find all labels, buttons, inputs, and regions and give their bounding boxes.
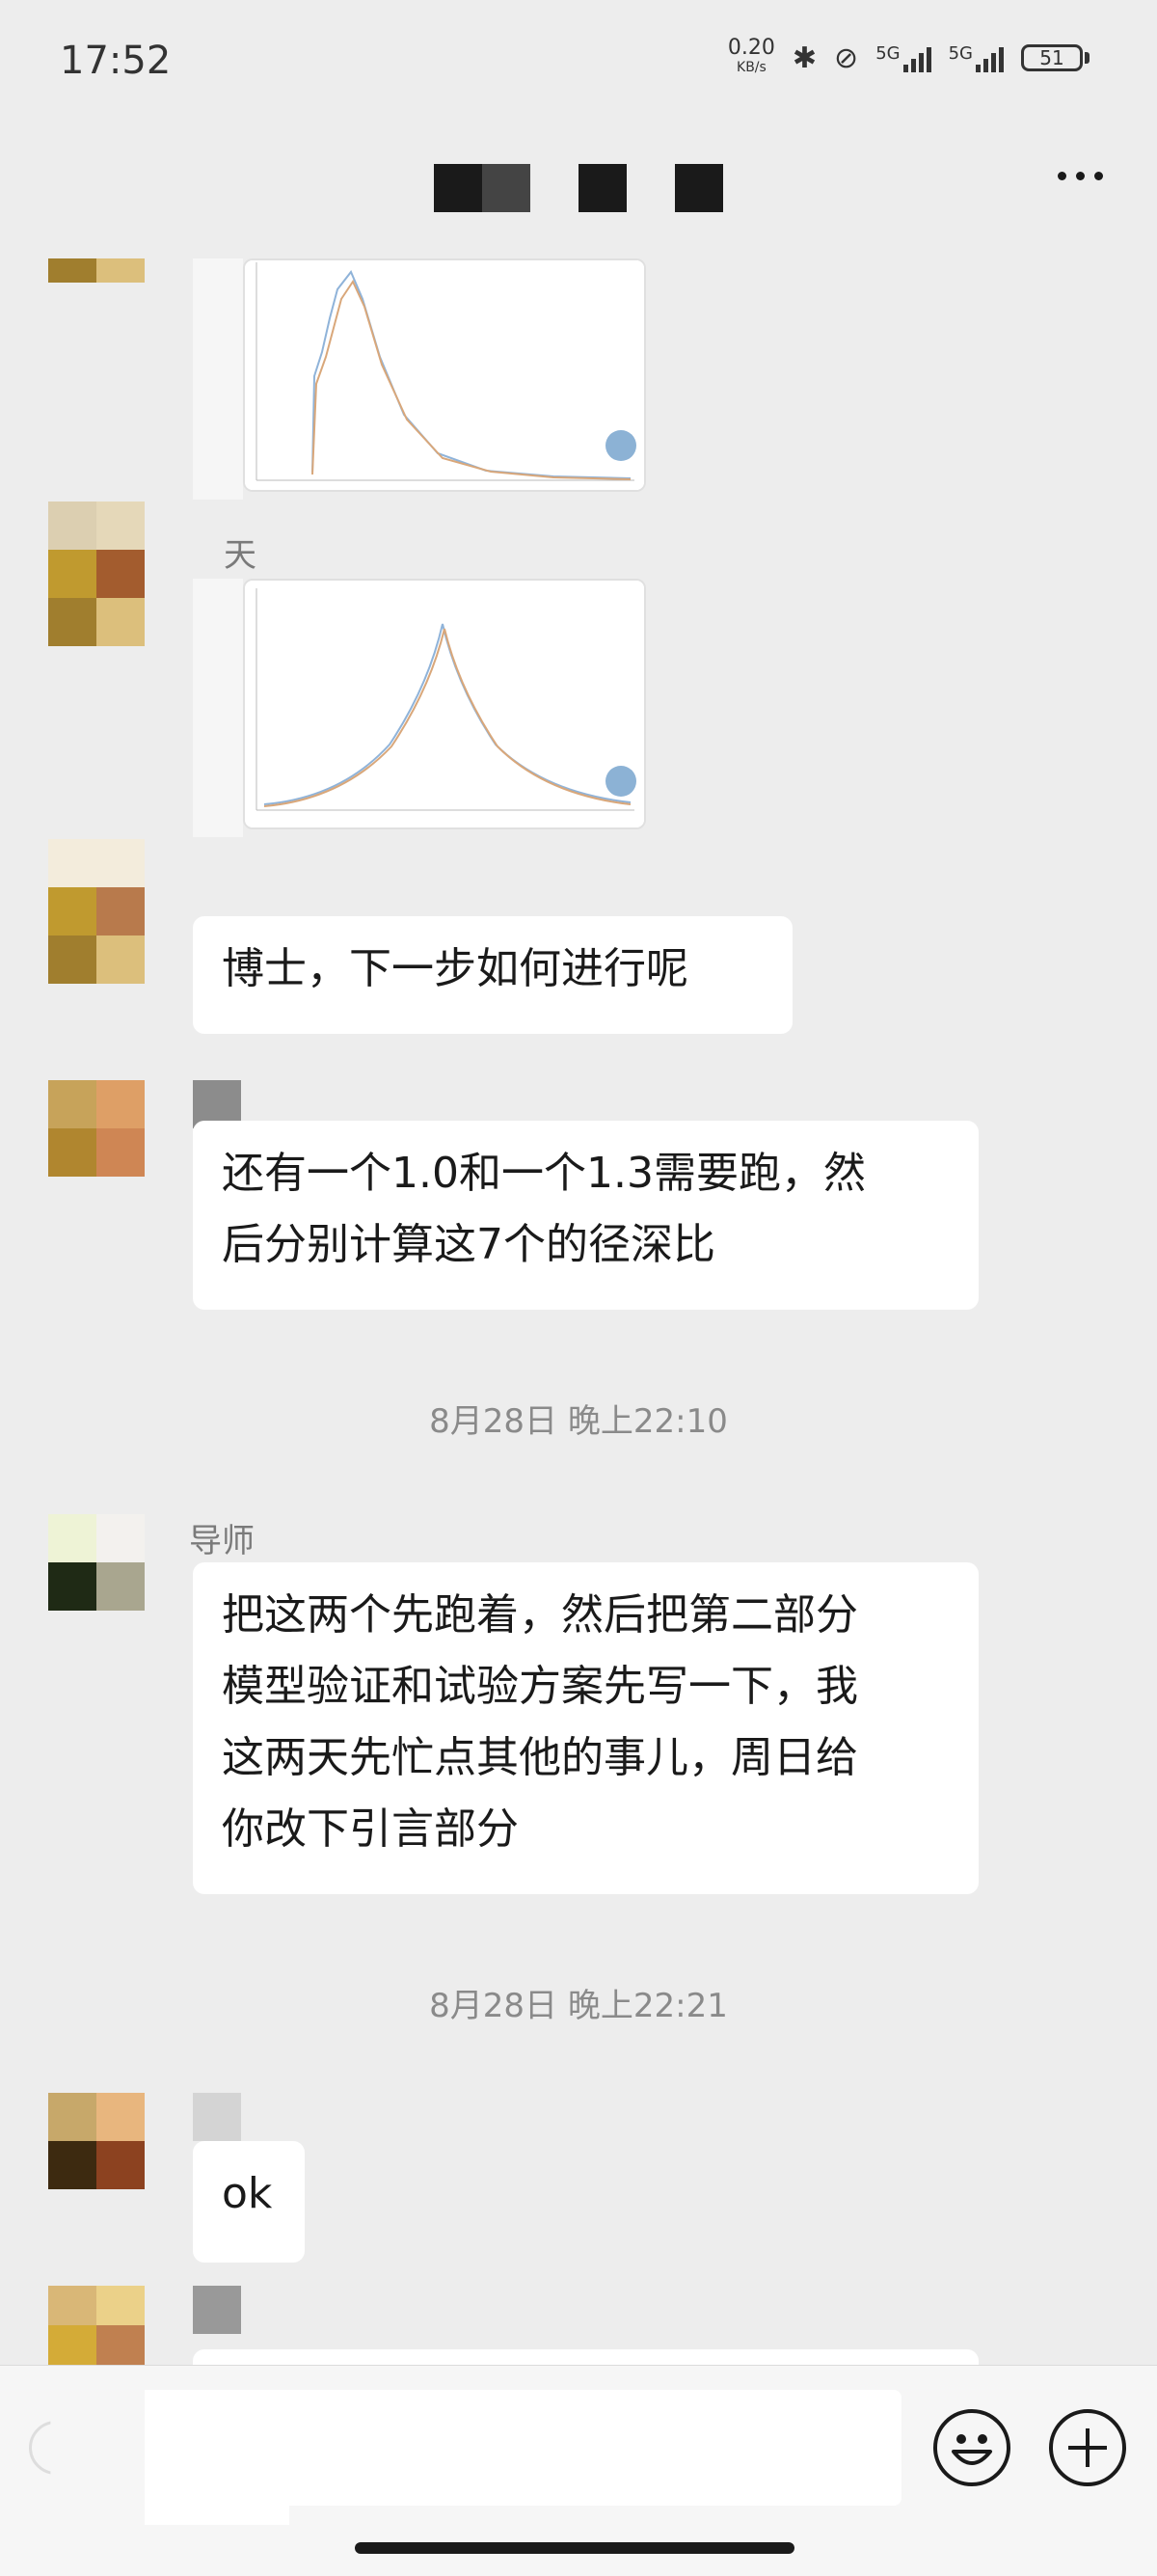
net-speed-value: 0.20 (727, 36, 775, 60)
battery-level: 51 (1021, 44, 1083, 71)
chat-title-redacted (675, 164, 723, 212)
avatar[interactable] (48, 2093, 145, 2189)
status-time: 17:52 (60, 39, 172, 83)
redacted-block (193, 579, 243, 837)
battery-icon: 51 (1021, 44, 1090, 71)
avatar[interactable] (48, 2286, 145, 2365)
text-line: 后分别计算这7个的径深比 (222, 1220, 715, 1269)
bluetooth-icon: ✱ (792, 41, 818, 75)
signal-2-icon: 5G (949, 43, 1004, 72)
plus-icon (1068, 2428, 1107, 2467)
text-message[interactable]: 还有一个1.0和一个1.3需要跑，然 后分别计算这7个的径深比 (193, 1121, 979, 1310)
more-button[interactable] (1058, 172, 1103, 180)
more-dots-icon (1058, 172, 1066, 180)
sender-name-redacted (193, 2093, 241, 2141)
chat-title-redacted (434, 164, 482, 212)
home-indicator[interactable] (355, 2542, 794, 2554)
status-icons: 0.20 KB/s ✱ ⊘ 5G 5G 51 (727, 36, 1090, 77)
avatar[interactable] (48, 839, 145, 984)
avatar[interactable] (48, 1080, 145, 1177)
emoji-icon (952, 2434, 992, 2465)
text-message[interactable]: 博士，下一步如何进行呢 (193, 916, 793, 1034)
chart-thumbnail-2 (245, 581, 644, 827)
time-separator: 8月28日 晚上22:21 (429, 1987, 728, 2025)
sender-name-redacted (193, 2286, 241, 2334)
text-line: 把这两个先跑着，然后把第二部分 (222, 1590, 858, 1640)
chat-title-redacted (578, 164, 627, 212)
time-separator: 8月28日 晚上22:10 (429, 1402, 728, 1441)
chat-title-redacted (482, 164, 530, 212)
signal-2-label: 5G (948, 43, 973, 64)
image-message-chart-2[interactable] (243, 579, 646, 829)
signal-1-label: 5G (875, 43, 901, 64)
text-message[interactable]: 把这两个先跑着，然后把第二部分 模型验证和试验方案先写一下，我 这两天先忙点其他… (193, 1562, 979, 1894)
text-message[interactable]: ok (193, 2141, 305, 2263)
emoji-button[interactable] (933, 2409, 1010, 2486)
avatar[interactable] (48, 258, 145, 307)
message-input[interactable] (145, 2390, 901, 2506)
avatar[interactable] (48, 502, 145, 646)
plus-button[interactable] (1049, 2409, 1126, 2486)
sender-name: 天 (224, 536, 256, 575)
net-speed-unit: KB/s (737, 60, 767, 75)
text-line: 你改下引言部分 (222, 1804, 519, 1854)
signal-1-icon: 5G (875, 43, 931, 72)
text-line: 模型验证和试验方案先写一下，我 (222, 1662, 858, 1711)
text-line: 这两天先忙点其他的事儿，周日给 (222, 1733, 858, 1782)
avatar[interactable] (48, 1514, 145, 1611)
alarm-off-icon: ⊘ (834, 41, 859, 75)
net-speed: 0.20 KB/s (727, 36, 775, 77)
chart-thumbnail-1 (245, 260, 644, 490)
text-line: 还有一个1.0和一个1.3需要跑，然 (222, 1149, 866, 1198)
image-message-chart-1[interactable] (243, 258, 646, 492)
sender-name: 导师 (189, 1522, 255, 1560)
text-message-partial[interactable] (193, 2349, 979, 2365)
redacted-block (193, 258, 243, 500)
